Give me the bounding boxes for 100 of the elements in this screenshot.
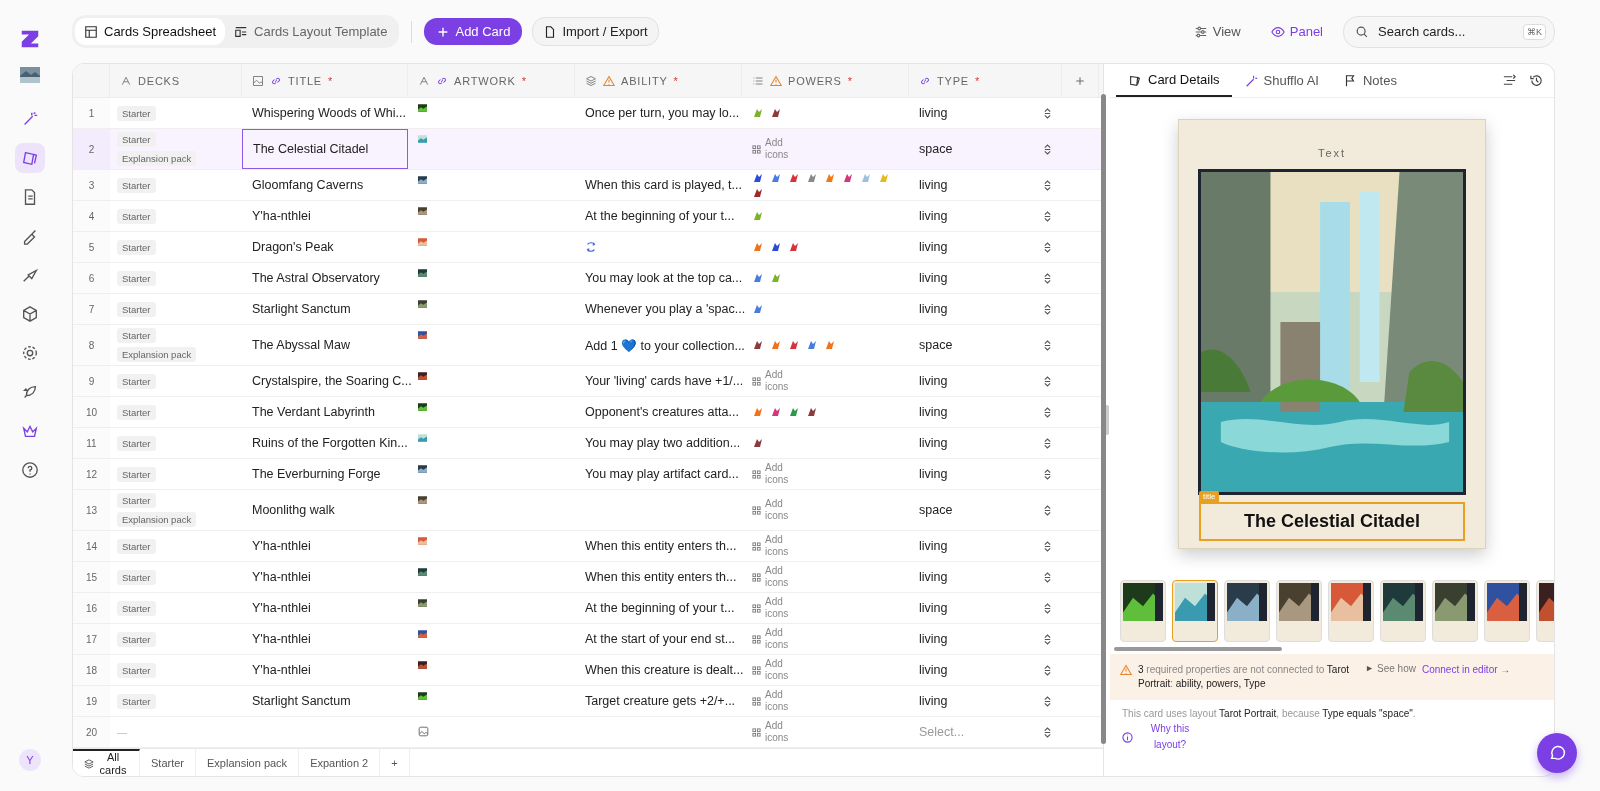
table-row[interactable]: 11 Starter Ruins of the Forgotten Kin... You may play two addition... living <box>73 428 1103 459</box>
sort-icon[interactable] <box>1043 664 1052 676</box>
connect-in-editor-link[interactable]: Connect in editor → <box>1421 663 1511 677</box>
sort-icon[interactable] <box>1043 695 1052 707</box>
sort-icon[interactable] <box>1043 540 1052 552</box>
add-icons-link[interactable]: Add icons <box>765 136 791 162</box>
table-row[interactable]: 10 Starter The Verdant Labyrinth Opponent's creatures atta... living <box>73 397 1103 428</box>
sort-icon[interactable] <box>1043 210 1052 222</box>
add-icons-link[interactable]: Add icons <box>765 461 791 487</box>
card-thumbnail[interactable] <box>1432 580 1478 642</box>
table-row[interactable]: 14 Starter Y'ha-nthlei When this entity enters th... Add icons living <box>73 531 1103 562</box>
card-thumbnail[interactable] <box>1120 580 1166 642</box>
card-thumbnail[interactable] <box>1276 580 1322 642</box>
chat-button[interactable] <box>1537 733 1577 773</box>
table-row[interactable]: 17 Starter Y'ha-nthlei At the start of your end st... Add icons living <box>73 624 1103 655</box>
grid-icon <box>752 144 761 154</box>
add-icons-link[interactable]: Add icons <box>765 595 791 621</box>
card-thumbnail[interactable] <box>1172 580 1218 642</box>
table-row[interactable]: 19 Starter Starlight Sanctum Target creature gets +2/+... Add icons living <box>73 686 1103 717</box>
import-export-button[interactable]: Import / Export <box>532 17 659 46</box>
panel-tab[interactable]: Card Details <box>1116 64 1232 97</box>
sort-icon[interactable] <box>1043 303 1052 315</box>
resize-handle[interactable] <box>1105 405 1109 435</box>
sort-icon[interactable] <box>1043 437 1052 449</box>
deck-tab[interactable]: Expantion 2 <box>299 749 381 776</box>
deck-tag: Starter <box>117 693 156 709</box>
scrollbar[interactable] <box>1114 647 1282 651</box>
panel-toggle[interactable]: Panel <box>1260 20 1333 43</box>
view-tab[interactable]: Cards Spreadsheet <box>75 18 225 45</box>
sort-icon[interactable] <box>1043 406 1052 418</box>
table-row[interactable]: 16 Starter Y'ha-nthlei At the beginning of your t... Add icons living <box>73 593 1103 624</box>
add-icons-link[interactable]: Add icons <box>765 626 791 652</box>
sort-icon[interactable] <box>1043 272 1052 284</box>
sort-icon[interactable] <box>1043 143 1052 155</box>
table-row[interactable]: 9 Starter Crystalspire, the Soaring C... Your 'living' cards have +1/... Add icons living <box>73 366 1103 397</box>
table-row[interactable]: 5 Starter Dragon's Peak living <box>73 232 1103 263</box>
why-this-layout-link[interactable]: Why this layout? <box>1147 721 1193 753</box>
card-thumbnail[interactable] <box>1328 580 1374 642</box>
deck-tab[interactable]: All cards <box>73 749 140 776</box>
table-cell: Y'ha-nthlei <box>252 663 311 677</box>
align-icon[interactable] <box>1502 73 1517 88</box>
table-cell: The Astral Observatory <box>252 271 380 285</box>
user-avatar[interactable]: Y <box>19 749 41 771</box>
deck-tag: Explansion pack <box>117 151 197 166</box>
sidebar-button[interactable] <box>15 143 45 173</box>
table-row[interactable]: 12 Starter The Everburning Forge You may play artifact card... Add icons living <box>73 459 1103 490</box>
table-row[interactable]: 4 Starter Y'ha-nthlei At the beginning of your t... living <box>73 201 1103 232</box>
add-icons-link[interactable]: Add icons <box>765 368 791 394</box>
add-card-button[interactable]: Add Card <box>424 18 523 45</box>
panel-tab[interactable]: Shufflo AI <box>1231 64 1331 97</box>
card-thumbnail[interactable] <box>1224 580 1270 642</box>
deck-tab[interactable]: Starter <box>140 749 196 776</box>
table-row[interactable]: 13 Starter Explansion pack Moonlithg walk Add icons space <box>73 490 1103 531</box>
table-row[interactable]: 15 Starter Y'ha-nthlei When this entity enters th... Add icons living <box>73 562 1103 593</box>
view-tab[interactable]: Cards Layout Template <box>225 18 397 45</box>
scrollbar[interactable] <box>1101 94 1106 744</box>
add-icons-link[interactable]: Add icons <box>765 564 791 590</box>
sliders-icon <box>1193 24 1208 39</box>
table-row[interactable]: 3 Starter Gloomfang Caverns When this card is played, t... living <box>73 170 1103 201</box>
column-header[interactable]: ABILITY * <box>575 64 742 97</box>
add-icons-link[interactable]: Add icons <box>765 688 791 714</box>
sort-icon[interactable] <box>1043 179 1052 191</box>
deck-tab[interactable]: Explansion pack <box>196 749 300 776</box>
column-header[interactable]: TITLE * <box>242 64 408 97</box>
table-row[interactable]: 8 Starter Explansion pack The Abyssal Maw Add 1 💙 to your collection... space <box>73 325 1103 366</box>
add-icons-link[interactable]: Add icons <box>765 719 791 745</box>
card-thumbnail[interactable] <box>1380 580 1426 642</box>
history-icon[interactable] <box>1529 73 1544 88</box>
column-header[interactable]: DECKS <box>110 64 242 97</box>
sort-icon[interactable] <box>1043 107 1052 119</box>
card-thumbnail[interactable] <box>1484 580 1530 642</box>
sort-icon[interactable] <box>1043 339 1052 351</box>
sort-icon[interactable] <box>1043 375 1052 387</box>
add-tab-button[interactable]: + <box>380 749 410 776</box>
column-header[interactable]: TYPE * <box>909 64 1062 97</box>
sort-icon[interactable] <box>1043 468 1052 480</box>
sort-icon[interactable] <box>1043 726 1052 738</box>
add-icons-link[interactable]: Add icons <box>765 533 791 559</box>
table-row[interactable]: 18 Starter Y'ha-nthlei When this creature is dealt... Add icons living <box>73 655 1103 686</box>
view-button[interactable]: View <box>1183 20 1251 43</box>
row-number: 14 <box>85 540 98 552</box>
sort-icon[interactable] <box>1043 504 1052 516</box>
see-how-button[interactable]: See how <box>1366 663 1416 674</box>
sort-icon[interactable] <box>1043 571 1052 583</box>
chat-icon <box>1548 744 1566 762</box>
panel-tab[interactable]: Notes <box>1330 64 1409 97</box>
image-icon[interactable] <box>418 726 429 737</box>
table-row[interactable]: 7 Starter Starlight Sanctum Whenever you play a 'spac... living <box>73 294 1103 325</box>
table-row[interactable]: 2 Starter Explansion pack The Celestial Citadel Add icons space <box>73 129 1103 170</box>
row-number: 18 <box>85 664 98 676</box>
column-header[interactable]: POWERS * <box>742 64 909 97</box>
sort-icon[interactable] <box>1043 602 1052 614</box>
sort-icon[interactable] <box>1043 633 1052 645</box>
add-icons-link[interactable]: Add icons <box>765 497 791 523</box>
logo-icon[interactable] <box>19 28 41 50</box>
table-row[interactable]: 6 Starter The Astral Observatory You may look at the top ca... living <box>73 263 1103 294</box>
sort-icon[interactable] <box>1043 241 1052 253</box>
add-icons-link[interactable]: Add icons <box>765 657 791 683</box>
column-header[interactable]: ARTWORK * <box>408 64 575 97</box>
card-header-text: Text <box>1317 147 1347 159</box>
